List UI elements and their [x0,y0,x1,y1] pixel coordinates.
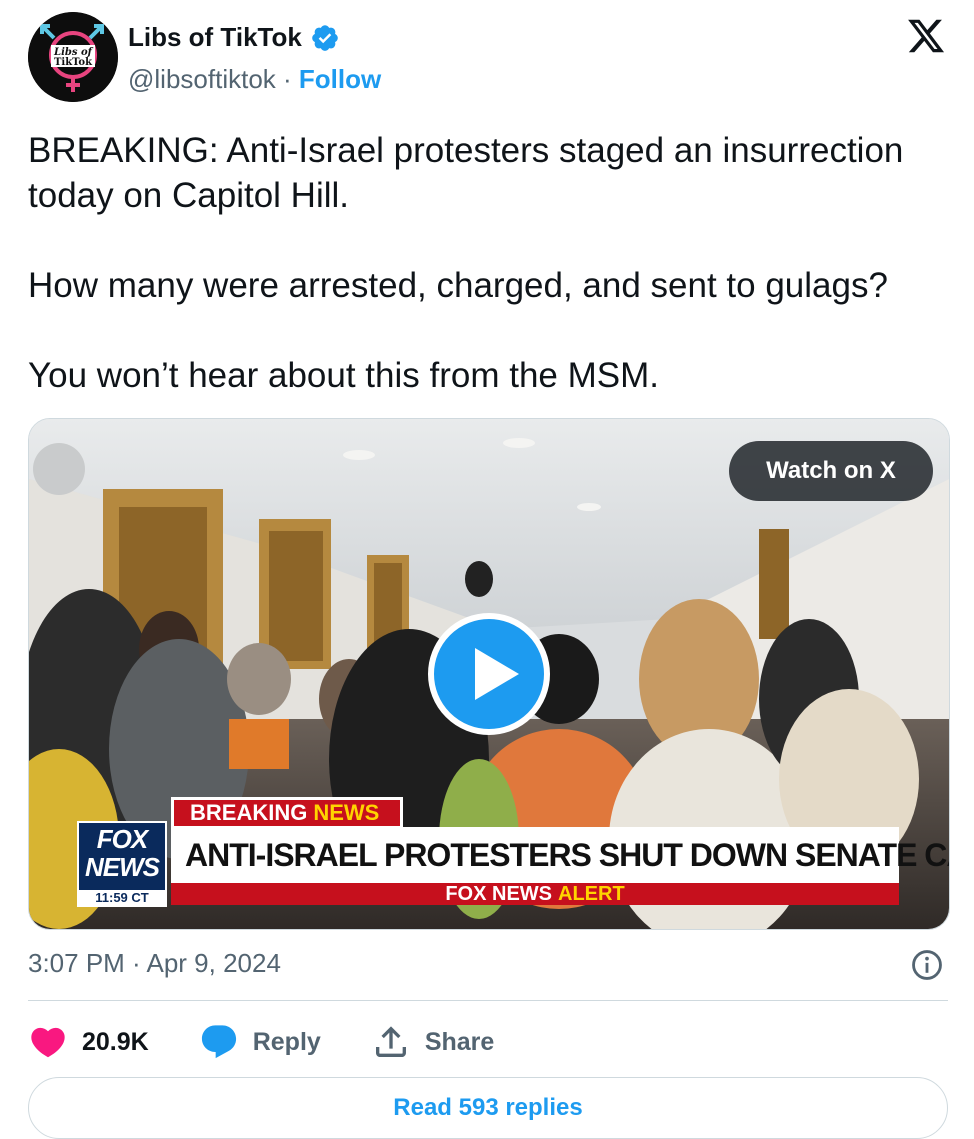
tweet-paragraph: You won’t hear about this from the MSM. [28,356,659,395]
news-alert-bar: FOX NEWS ALERT [171,883,899,905]
news-headline: ANTI-ISRAEL PROTESTERS SHUT DOWN SENATE … [171,827,949,883]
avatar-text-2: TikTok [54,57,93,68]
info-icon[interactable] [910,948,944,982]
video-player[interactable]: Watch on X FOX NEWS 11:59 CT BREAKING NE… [28,418,950,930]
author-handle-row: @libsoftiktok · Follow [128,64,381,95]
like-count: 20.9K [82,1027,149,1056]
handle-separator: · [283,64,292,94]
play-icon[interactable] [427,612,551,736]
breaking-news-tab: BREAKING NEWS [171,797,403,829]
fox-logo-line1: FOX [96,824,148,854]
watch-on-x-button[interactable]: Watch on X [729,441,933,501]
tweet-text: BREAKING: Anti-Israel protesters staged … [28,128,948,398]
follow-button[interactable]: Follow [299,64,381,94]
author-name-row: Libs of TikTok [128,22,340,53]
like-button[interactable]: 20.9K [28,1022,149,1062]
reply-label: Reply [252,1027,321,1056]
tweet-timestamp[interactable]: 3:07 PM · Apr 9, 2024 [28,948,281,979]
divider [28,1000,948,1001]
alert-brand: FOX NEWS [445,882,552,905]
fox-news-logo: FOX NEWS 11:59 CT [77,821,167,907]
author-name[interactable]: Libs of TikTok [128,22,302,53]
fox-logo-time: 11:59 CT [79,890,165,905]
reply-button[interactable]: Reply [199,1022,321,1062]
action-bar: 20.9K Reply Share [28,1020,544,1064]
share-button[interactable]: Share [371,1022,494,1062]
alert-word: ALERT [558,882,625,905]
author-avatar[interactable]: Libs of TikTok [28,12,118,102]
reply-bubble-icon [201,1025,236,1059]
tweet-paragraph: BREAKING: Anti-Israel protesters staged … [28,131,904,215]
heart-icon [31,1027,65,1058]
news-word: NEWS [313,800,380,825]
share-upload-icon [375,1026,406,1057]
share-label: Share [424,1027,495,1056]
author-handle[interactable]: @libsoftiktok [128,64,276,94]
read-replies-button[interactable]: Read 593 replies [28,1077,948,1139]
tweet-header: Libs of TikTok Libs of TikTok @libsoftik… [28,12,948,102]
x-logo-icon[interactable] [906,16,946,56]
tweet-paragraph: How many were arrested, charged, and sen… [28,266,888,305]
verified-badge-icon [312,24,338,51]
fox-logo-line2: NEWS [85,852,160,882]
breaking-word: BREAKING [190,800,308,825]
